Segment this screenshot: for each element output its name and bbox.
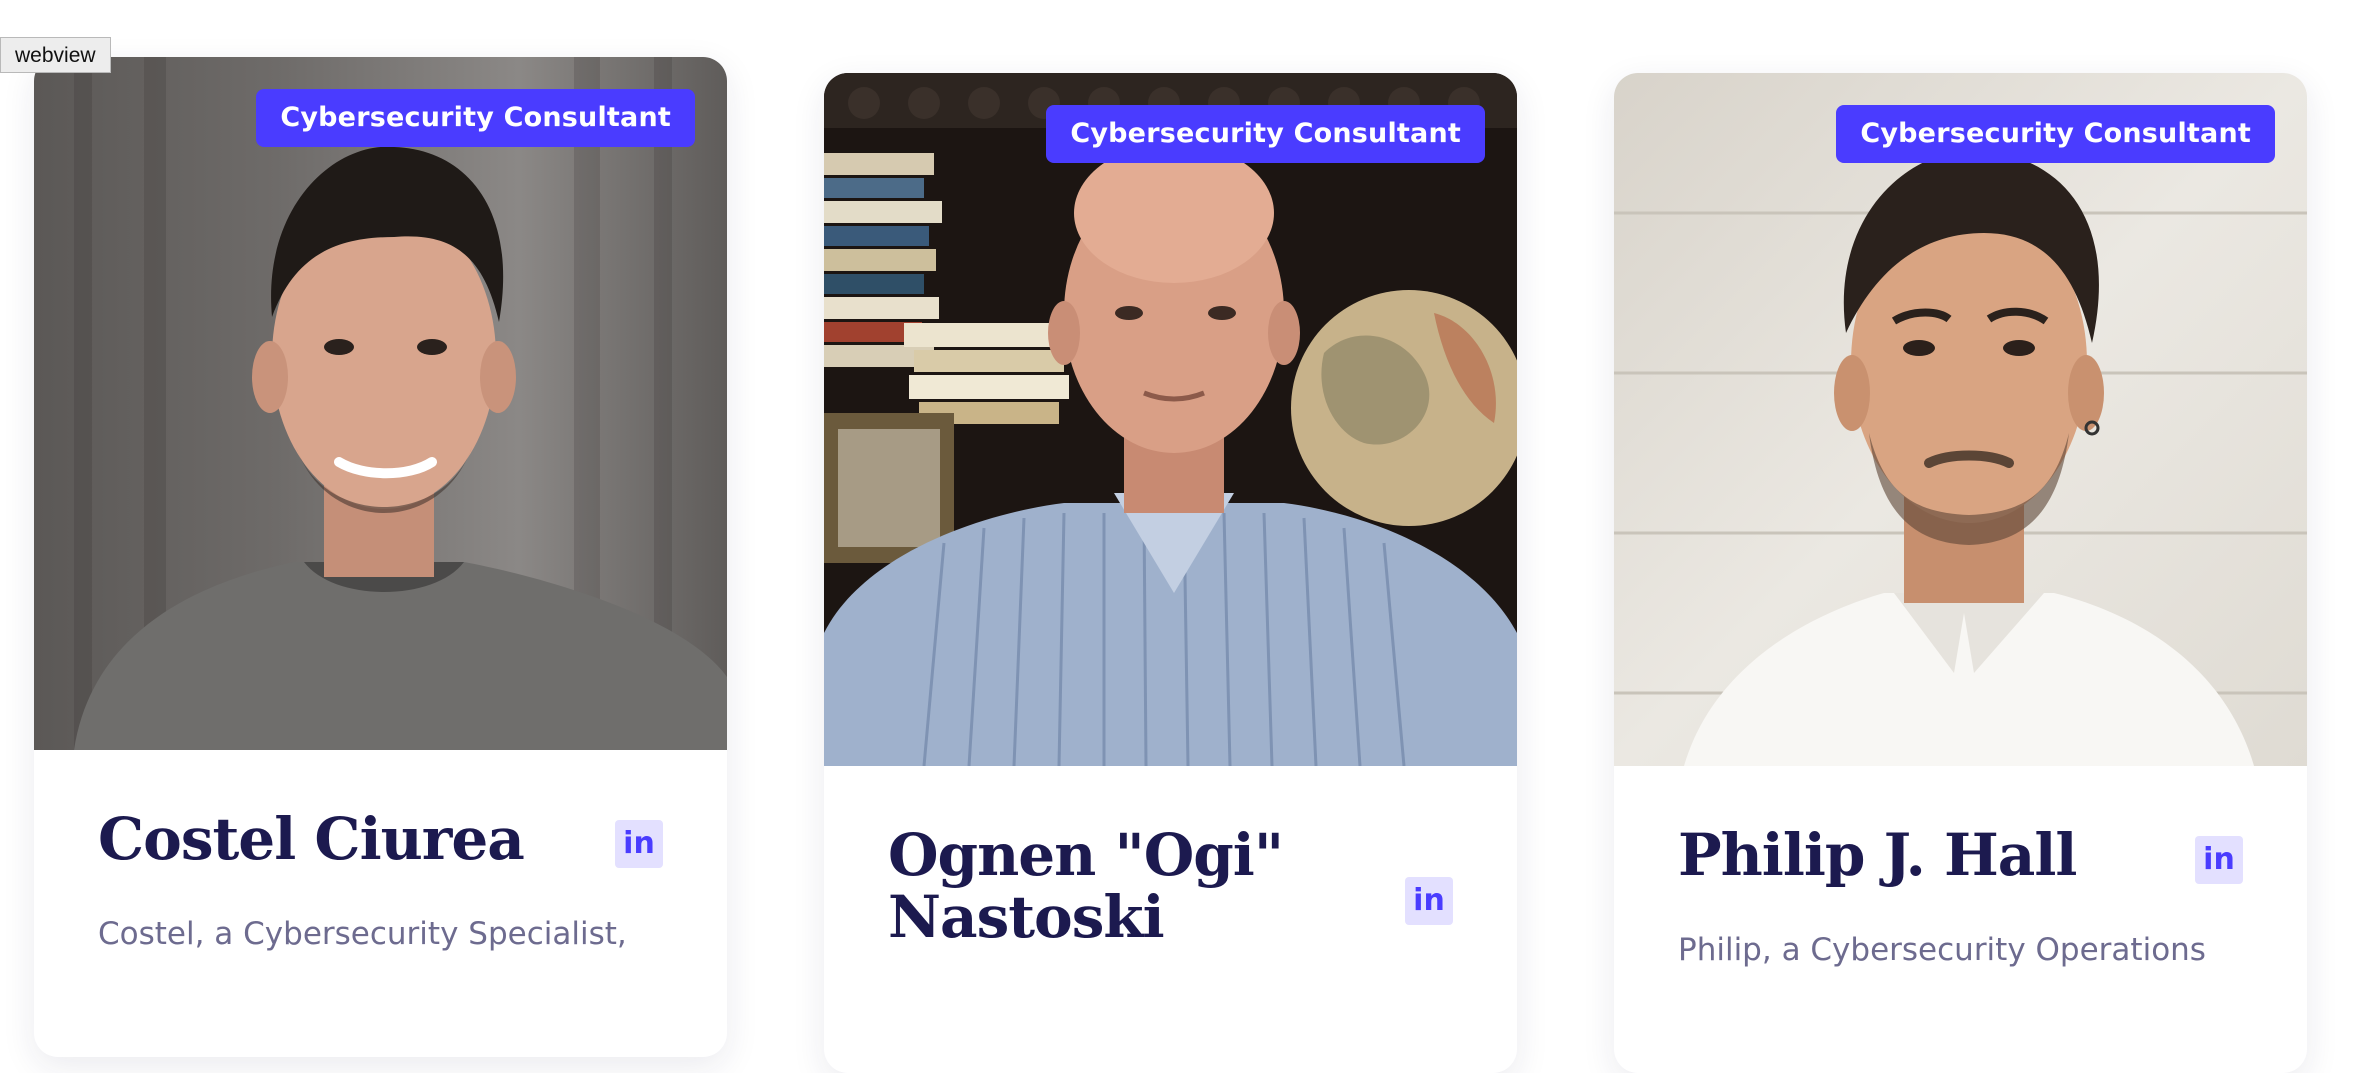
card-info: Ognen "Ogi" Nastoski in bbox=[824, 766, 1517, 948]
member-name: Ognen "Ogi" Nastoski bbox=[888, 821, 1284, 951]
linkedin-icon[interactable]: in bbox=[615, 820, 663, 868]
webview-label: webview bbox=[0, 37, 111, 73]
profile-photo: Cybersecurity Consultant bbox=[824, 73, 1517, 766]
member-bio: Philip, a Cybersecurity Operations bbox=[1678, 932, 2206, 968]
linkedin-icon[interactable]: in bbox=[1405, 877, 1453, 925]
member-name: Costel Ciurea bbox=[98, 805, 525, 873]
role-badge: Cybersecurity Consultant bbox=[256, 89, 695, 147]
card-info: Philip J. Hall in Philip, a Cybersecurit… bbox=[1614, 766, 2307, 972]
team-member-card-costel: Cybersecurity Consultant Costel Ciurea i… bbox=[34, 57, 727, 1057]
linkedin-icon[interactable]: in bbox=[2195, 836, 2243, 884]
role-badge: Cybersecurity Consultant bbox=[1836, 105, 2275, 163]
profile-photo: Cybersecurity Consultant bbox=[1614, 73, 2307, 766]
profile-photo: Cybersecurity Consultant bbox=[34, 57, 727, 750]
role-badge: Cybersecurity Consultant bbox=[1046, 105, 1485, 163]
member-bio: Costel, a Cybersecurity Specialist, bbox=[98, 916, 627, 952]
member-name: Philip J. Hall bbox=[1678, 821, 2077, 889]
team-member-card-ognen: Cybersecurity Consultant Ognen "Ogi" Nas… bbox=[824, 73, 1517, 1073]
team-member-card-philip: Cybersecurity Consultant Philip J. Hall … bbox=[1614, 73, 2307, 1073]
card-info: Costel Ciurea in Costel, a Cybersecurity… bbox=[34, 750, 727, 956]
